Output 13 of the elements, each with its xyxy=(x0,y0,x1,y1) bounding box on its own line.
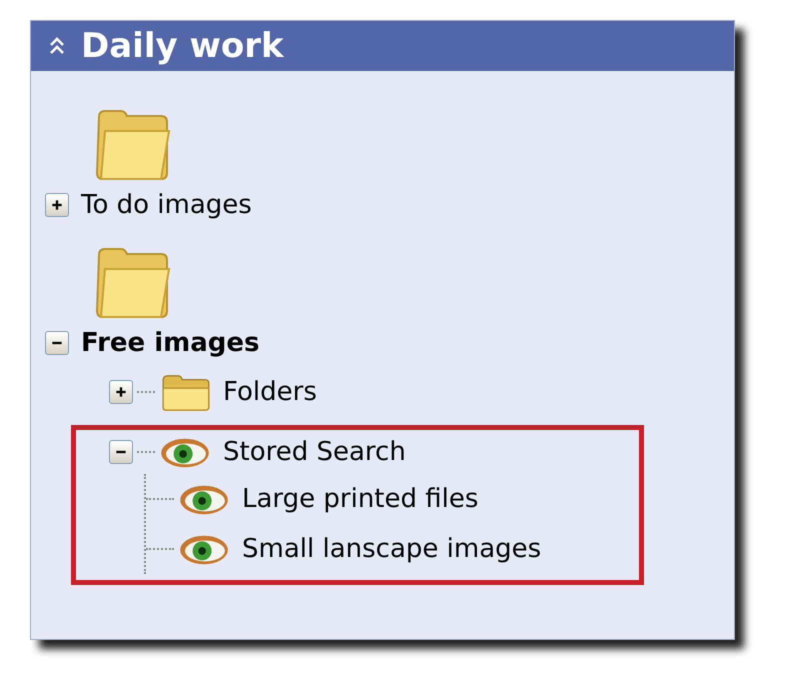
expander-button[interactable] xyxy=(45,331,69,355)
expander-button[interactable] xyxy=(45,193,69,217)
plus-icon xyxy=(50,198,64,212)
panel-title: Daily work xyxy=(81,26,284,66)
plus-icon xyxy=(114,385,128,399)
tree-item-label[interactable]: Folders xyxy=(223,377,317,407)
group-label[interactable]: Free images xyxy=(81,328,260,358)
expander-button[interactable] xyxy=(109,440,133,464)
tree-item-label[interactable]: Large printed files xyxy=(242,484,478,514)
group-label[interactable]: To do images xyxy=(81,190,252,220)
tree-item-label[interactable]: Small lanscape images xyxy=(242,534,542,564)
expander-button[interactable] xyxy=(109,380,133,404)
tree-item-label[interactable]: Stored Search xyxy=(223,437,406,467)
